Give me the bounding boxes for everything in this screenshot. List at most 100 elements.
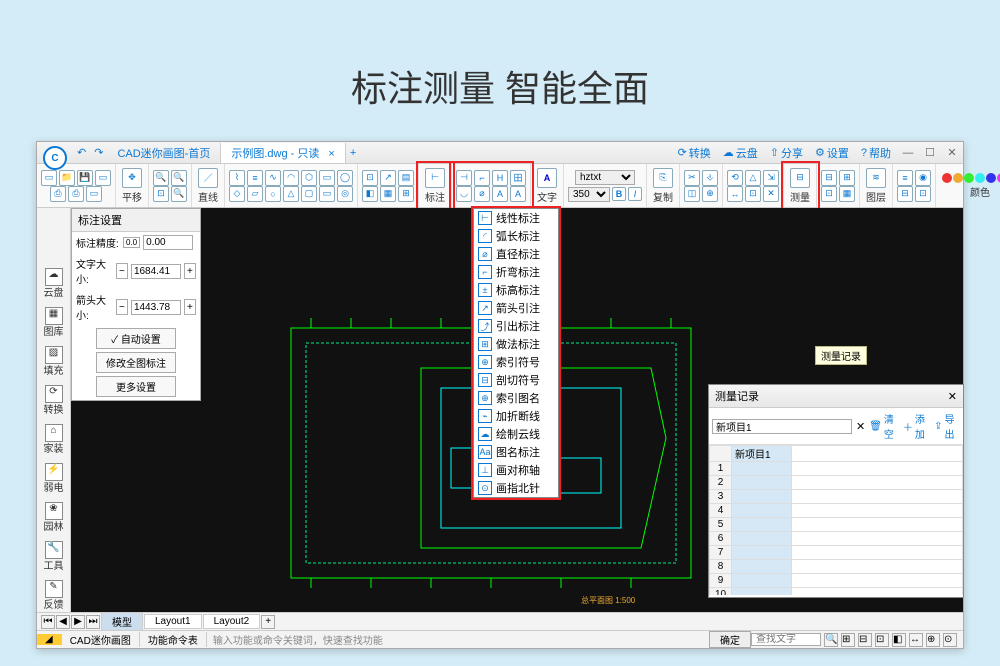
textsize-decrease[interactable]: −: [116, 263, 128, 279]
mi-arrow-lead[interactable]: ↗箭头引注: [474, 299, 558, 317]
modify-all-button[interactable]: 修改全图标注: [96, 352, 176, 373]
precision-input[interactable]: [143, 235, 193, 250]
share-button[interactable]: ⇧ 分享: [764, 143, 809, 163]
text-icon[interactable]: A: [537, 168, 557, 188]
m1-icon[interactable]: ✂: [684, 170, 700, 186]
measure-group[interactable]: ⊟ 测量: [784, 164, 817, 207]
d4-icon[interactable]: △: [283, 186, 299, 202]
mi-jogged[interactable]: ⌐折弯标注: [474, 263, 558, 281]
sidebar-electric[interactable]: ⚡弱电: [44, 463, 64, 494]
ok-button[interactable]: 确定: [709, 631, 751, 648]
a6-icon[interactable]: ⌀: [474, 186, 490, 202]
tab-next-icon[interactable]: ▶: [71, 615, 85, 629]
d2-icon[interactable]: ▱: [247, 186, 263, 202]
s2-icon[interactable]: ↗: [380, 170, 396, 186]
mi-practice[interactable]: ⊞做法标注: [474, 335, 558, 353]
open-file-icon[interactable]: 📁: [59, 170, 75, 186]
close-tab-icon[interactable]: ×: [328, 148, 334, 160]
a5-icon[interactable]: ◡: [456, 186, 472, 202]
close-window-icon[interactable]: ✕: [941, 143, 963, 163]
add-layout-icon[interactable]: +: [261, 615, 275, 629]
mi-symmetry[interactable]: ⊥画对称轴: [474, 461, 558, 479]
annotate-icon[interactable]: ⊢: [425, 168, 445, 188]
sidebar-garden[interactable]: ❀园林: [44, 502, 64, 533]
zoom4-icon[interactable]: 🔍: [171, 186, 187, 202]
mi-leader[interactable]: ⤴引出标注: [474, 317, 558, 335]
clear-button[interactable]: 🗑 清空: [869, 411, 899, 441]
arc-icon[interactable]: ◠: [283, 170, 299, 186]
t2-icon[interactable]: △: [745, 170, 761, 186]
search-go-icon[interactable]: 🔍: [824, 633, 838, 647]
print-icon[interactable]: ⎙: [50, 186, 66, 202]
sidebar-feedback[interactable]: ✎反馈: [44, 580, 64, 611]
mi-revision-cloud[interactable]: ☁绘制云线: [474, 425, 558, 443]
sidebar-convert[interactable]: ⟳转换: [44, 385, 64, 416]
a1-icon[interactable]: ⊣: [456, 170, 472, 186]
app-logo[interactable]: C: [43, 146, 67, 170]
export-button[interactable]: ⇪ 导出: [934, 411, 960, 441]
ms3-icon[interactable]: ⊡: [821, 186, 837, 202]
mi-index-name[interactable]: ⊕索引图名: [474, 389, 558, 407]
d1-icon[interactable]: ◇: [229, 186, 245, 202]
tab-first-icon[interactable]: ⏮: [41, 615, 55, 629]
tab-prev-icon[interactable]: ◀: [56, 615, 70, 629]
a4-icon[interactable]: 田: [510, 170, 526, 186]
command-input[interactable]: 输入功能或命令关键词，快速查找功能: [207, 632, 709, 647]
arrowsize-decrease[interactable]: −: [116, 299, 128, 315]
a7-icon[interactable]: A: [492, 186, 508, 202]
arrowsize-increase[interactable]: +: [184, 299, 196, 315]
line-icon[interactable]: ／: [198, 168, 218, 188]
textsize-increase[interactable]: +: [184, 263, 196, 279]
layout2-tab[interactable]: Layout2: [203, 614, 261, 629]
status-opt6-icon[interactable]: ⊕: [926, 633, 940, 647]
t6-icon[interactable]: ✕: [763, 186, 779, 202]
s5-icon[interactable]: ▦: [380, 186, 396, 202]
measure-icon[interactable]: ⊟: [790, 168, 810, 188]
cloud-button[interactable]: ☁ 云盘: [717, 143, 764, 163]
m2-icon[interactable]: ⎀: [702, 170, 718, 186]
l1-icon[interactable]: ≡: [897, 170, 913, 186]
d3-icon[interactable]: ○: [265, 186, 281, 202]
color-blue[interactable]: [986, 173, 996, 183]
color-green[interactable]: [964, 173, 974, 183]
d7-icon[interactable]: ◎: [337, 186, 353, 202]
sidebar-tools[interactable]: 🔧工具: [44, 541, 64, 572]
s1-icon[interactable]: ⊡: [362, 170, 378, 186]
fontsize-select[interactable]: 350: [568, 187, 610, 202]
t4-icon[interactable]: ↔: [727, 186, 743, 202]
ms4-icon[interactable]: ▦: [839, 186, 855, 202]
sidebar-home[interactable]: ⌂家装: [44, 424, 64, 455]
ms2-icon[interactable]: ⊞: [839, 170, 855, 186]
settings-button[interactable]: ⚙ 设置: [809, 143, 855, 163]
print2-icon[interactable]: ⎙: [68, 186, 84, 202]
color-red[interactable]: [942, 173, 952, 183]
tab-last-icon[interactable]: ⏭: [86, 615, 100, 629]
convert-button[interactable]: ⟳ 转换: [672, 143, 717, 163]
l3-icon[interactable]: ⊟: [897, 186, 913, 202]
project-clear-icon[interactable]: ✕: [856, 420, 865, 433]
maximize-icon[interactable]: ☐: [919, 143, 941, 163]
t1-icon[interactable]: ⟲: [727, 170, 743, 186]
l2-icon[interactable]: ◉: [915, 170, 931, 186]
sidebar-gallery[interactable]: ▦图库: [44, 307, 64, 338]
mi-drawing-name[interactable]: Aa图名标注: [474, 443, 558, 461]
file7-icon[interactable]: ▭: [86, 186, 102, 202]
status-opt3-icon[interactable]: ⊡: [875, 633, 889, 647]
spline-icon[interactable]: ∿: [265, 170, 281, 186]
m3-icon[interactable]: ◫: [684, 186, 700, 202]
undo-icon[interactable]: ↶: [73, 144, 90, 161]
font-select[interactable]: hztxt: [575, 170, 635, 185]
zoom-fit-icon[interactable]: ⊡: [153, 186, 169, 202]
s3-icon[interactable]: ▤: [398, 170, 414, 186]
mline-icon[interactable]: ≡: [247, 170, 263, 186]
a3-icon[interactable]: H: [492, 170, 508, 186]
l4-icon[interactable]: ⊡: [915, 186, 931, 202]
textsize-input[interactable]: [131, 264, 181, 279]
status-opt2-icon[interactable]: ⊟: [858, 633, 872, 647]
layer-icon[interactable]: ≋: [866, 168, 886, 188]
status-opt4-icon[interactable]: ◧: [892, 633, 906, 647]
project-name-input[interactable]: [712, 419, 852, 434]
new-file-icon[interactable]: ▭: [41, 170, 57, 186]
a2-icon[interactable]: ⌐: [474, 170, 490, 186]
t5-icon[interactable]: ⊡: [745, 186, 761, 202]
